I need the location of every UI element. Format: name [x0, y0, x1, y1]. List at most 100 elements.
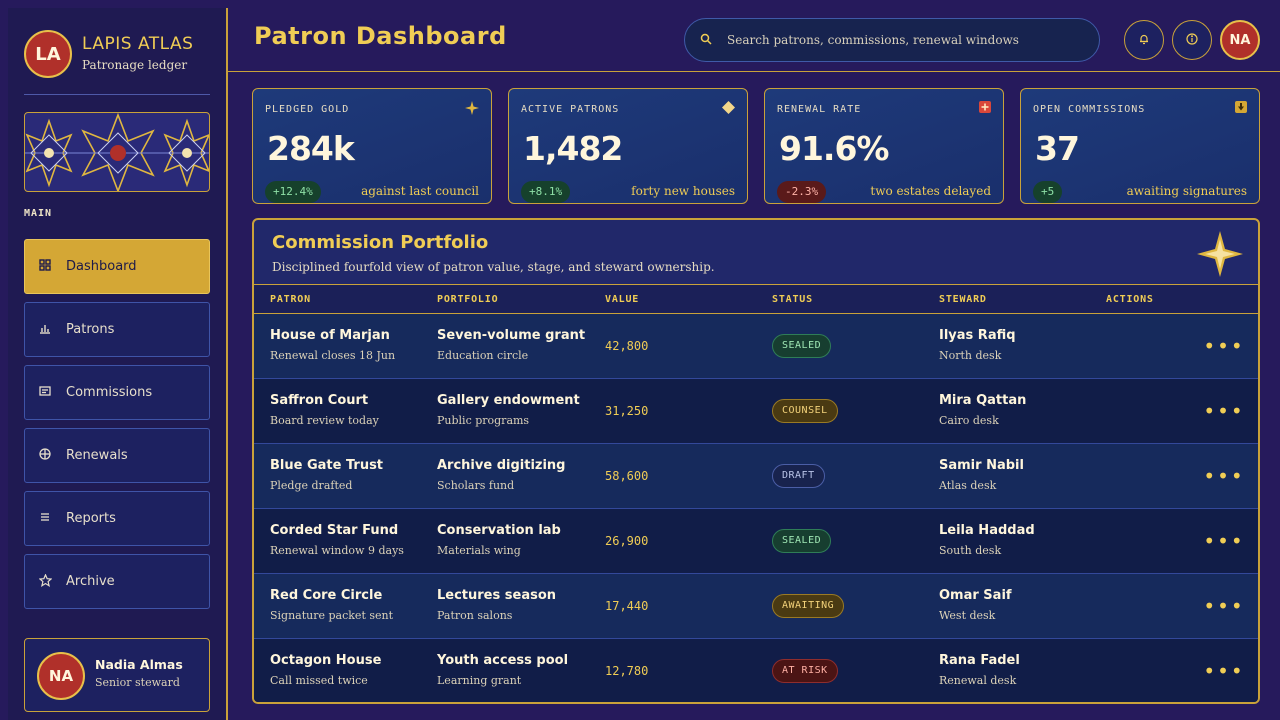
- more-options-button[interactable]: •••: [1203, 526, 1244, 556]
- stat-label: PLEDGED GOLD: [265, 104, 350, 115]
- column-header-value[interactable]: VALUE: [605, 294, 639, 305]
- table-header: PATRON PORTFOLIO VALUE STATUS STEWARD AC…: [254, 284, 1258, 314]
- compass-star-icon: [1197, 231, 1243, 277]
- stat-delta-badge: +5: [1033, 181, 1063, 203]
- sidebar-item-renewals[interactable]: Renewals: [24, 428, 210, 483]
- brand-name: LAPIS ATLAS: [82, 34, 194, 54]
- sidebar-item-label: Renewals: [66, 448, 128, 463]
- download-box-icon: [1235, 101, 1247, 117]
- portfolio-name: Conservation lab: [437, 523, 561, 538]
- status-badge: SEALED: [772, 529, 832, 553]
- commission-portfolio-panel: Commission Portfolio Disciplined fourfol…: [252, 218, 1260, 704]
- status-badge: AWAITING: [772, 594, 845, 618]
- info-icon: [1186, 32, 1198, 48]
- table-row[interactable]: House of Marjan Renewal closes 18 Jun Se…: [254, 314, 1258, 379]
- search-bar[interactable]: [684, 18, 1100, 62]
- stat-delta-badge: +12.4%: [265, 181, 321, 203]
- table-row[interactable]: Blue Gate Trust Pledge drafted Archive d…: [254, 444, 1258, 509]
- ornament-banner: [24, 112, 210, 192]
- table-row[interactable]: Octagon House Call missed twice Youth ac…: [254, 639, 1258, 702]
- user-profile-card[interactable]: NA Nadia Almas Senior steward: [24, 638, 210, 712]
- brand-subtitle: Patronage ledger: [82, 58, 188, 72]
- steward-name: Leila Haddad: [939, 523, 1035, 538]
- stat-card-pledged-gold[interactable]: PLEDGED GOLD 284k +12.4% against last co…: [252, 88, 492, 204]
- column-header-status[interactable]: STATUS: [772, 294, 813, 305]
- info-button[interactable]: [1172, 20, 1212, 60]
- patron-note: Pledge drafted: [270, 479, 353, 492]
- notifications-button[interactable]: [1124, 20, 1164, 60]
- steward-name: Samir Nabil: [939, 458, 1024, 473]
- profile-name: Nadia Almas: [95, 657, 183, 672]
- value-cell: 42,800: [605, 339, 649, 353]
- search-icon: [699, 33, 713, 48]
- patron-note: Renewal window 9 days: [270, 544, 404, 557]
- stat-value: 37: [1035, 129, 1080, 168]
- steward-desk: Renewal desk: [939, 674, 1017, 687]
- status-badge: SEALED: [772, 334, 832, 358]
- ledger-icon: [37, 385, 53, 400]
- portfolio-note: Patron salons: [437, 609, 513, 622]
- portfolio-name: Lectures season: [437, 588, 557, 603]
- value-cell: 31,250: [605, 404, 649, 418]
- patron-note: Board review today: [270, 414, 379, 427]
- sidebar-item-label: Dashboard: [66, 259, 137, 274]
- sidebar-item-reports[interactable]: Reports: [24, 491, 210, 546]
- column-header-portfolio[interactable]: PORTFOLIO: [437, 294, 498, 305]
- search-input[interactable]: [727, 33, 1087, 47]
- stat-card-renewal-rate[interactable]: RENEWAL RATE 91.6% -2.3% two estates del…: [764, 88, 1004, 204]
- sidebar-item-dashboard[interactable]: Dashboard: [24, 239, 210, 294]
- star-icon: [37, 572, 53, 590]
- stat-note: against last council: [361, 184, 479, 198]
- portfolio-note: Scholars fund: [437, 479, 515, 492]
- sidebar-item-label: Archive: [66, 574, 115, 589]
- table-row[interactable]: Corded Star Fund Renewal window 9 days C…: [254, 509, 1258, 574]
- column-header-steward[interactable]: STEWARD: [939, 294, 987, 305]
- table-row[interactable]: Saffron Court Board review today Gallery…: [254, 379, 1258, 444]
- sidebar-item-archive[interactable]: Archive: [24, 554, 210, 609]
- portfolio-note: Learning grant: [437, 674, 522, 687]
- stat-card-open-commissions[interactable]: OPEN COMMISSIONS 37 +5 awaiting signatur…: [1020, 88, 1260, 204]
- more-options-button[interactable]: •••: [1203, 656, 1244, 686]
- panel-subtitle: Disciplined fourfold view of patron valu…: [272, 260, 715, 274]
- steward-desk: West desk: [939, 609, 996, 622]
- stat-card-active-patrons[interactable]: ACTIVE PATRONS 1,482 +8.1% forty new hou…: [508, 88, 748, 204]
- more-options-button[interactable]: •••: [1203, 591, 1244, 621]
- steward-name: Omar Saif: [939, 588, 1012, 603]
- steward-desk: Atlas desk: [939, 479, 997, 492]
- patron-name: Octagon House: [270, 653, 382, 668]
- value-cell: 12,780: [605, 664, 649, 678]
- brand[interactable]: LA LAPIS ATLAS Patronage ledger: [24, 30, 210, 100]
- diamond-icon: [722, 101, 735, 118]
- sidebar-item-label: Commissions: [66, 385, 153, 400]
- status-badge: COUNSEL: [772, 399, 838, 423]
- stat-value: 91.6%: [779, 129, 889, 168]
- stat-note: awaiting signatures: [1126, 184, 1247, 198]
- status-badge: DRAFT: [772, 464, 825, 488]
- patron-name: House of Marjan: [270, 328, 390, 343]
- bell-icon: [1138, 33, 1150, 48]
- stat-note: forty new houses: [631, 184, 735, 198]
- sidebar-item-label: Reports: [66, 511, 116, 526]
- stat-value: 284k: [267, 129, 355, 168]
- stat-note: two estates delayed: [870, 184, 991, 198]
- table-row[interactable]: Red Core Circle Signature packet sent Le…: [254, 574, 1258, 639]
- sidebar-item-commissions[interactable]: Commissions: [24, 365, 210, 420]
- more-options-button[interactable]: •••: [1203, 331, 1244, 361]
- column-header-patron[interactable]: PATRON: [270, 294, 311, 305]
- sidebar: LA LAPIS ATLAS Patronage ledger MAIN Das…: [8, 8, 228, 720]
- page-title: Patron Dashboard: [254, 22, 507, 50]
- portfolio-name: Gallery endowment: [437, 393, 580, 408]
- sidebar-item-patrons[interactable]: Patrons: [24, 302, 210, 357]
- profile-role: Senior steward: [95, 676, 180, 689]
- bar-chart-icon: [37, 322, 53, 337]
- more-options-button[interactable]: •••: [1203, 461, 1244, 491]
- avatar[interactable]: NA: [1220, 20, 1260, 60]
- portfolio-note: Education circle: [437, 349, 529, 362]
- grid-icon: [37, 259, 53, 274]
- divider: [24, 94, 210, 95]
- patron-note: Renewal closes 18 Jun: [270, 349, 396, 362]
- patron-name: Corded Star Fund: [270, 523, 399, 538]
- value-cell: 17,440: [605, 599, 649, 613]
- more-options-button[interactable]: •••: [1203, 396, 1244, 426]
- stat-label: RENEWAL RATE: [777, 104, 862, 115]
